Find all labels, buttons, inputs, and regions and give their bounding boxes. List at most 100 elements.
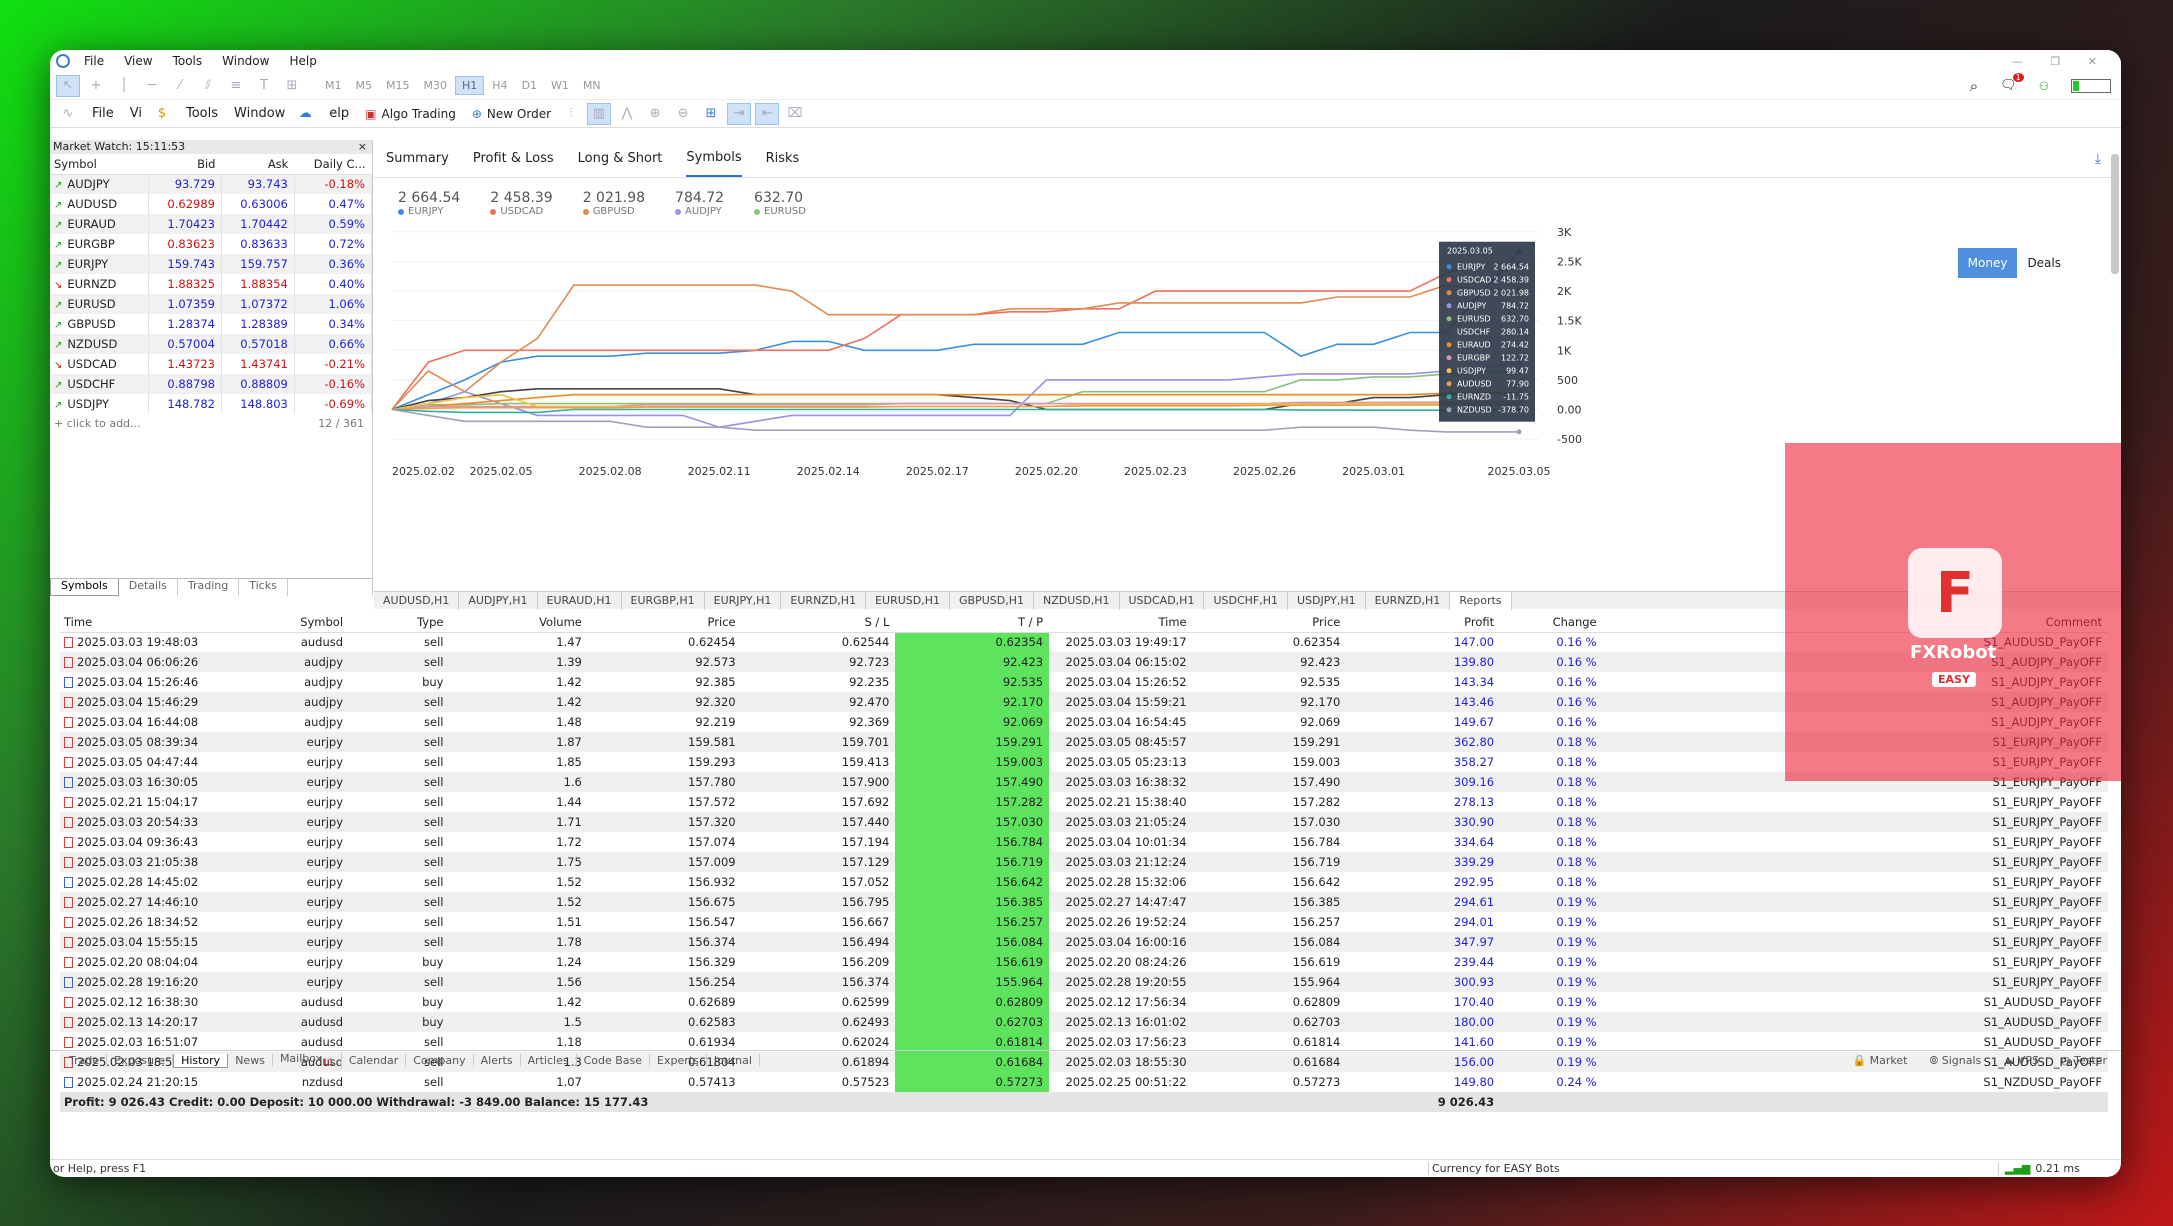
toolbox-tab-news[interactable]: News xyxy=(228,1054,273,1067)
close-icon[interactable]: × xyxy=(358,140,367,154)
menu-view[interactable]: View xyxy=(114,54,162,68)
history-row[interactable]: 2025.02.28 19:16:20 eurjpy sell 1.56 156.254… xyxy=(60,972,2108,992)
series-line-eurnzd[interactable] xyxy=(391,408,1519,414)
history-col-8[interactable]: Price xyxy=(1192,612,1347,633)
market-watch-row[interactable]: ↗ EURJPY 159.743 159.757 0.36% xyxy=(50,254,373,274)
tab-ticks[interactable]: Ticks xyxy=(239,579,288,596)
toolbox-tab-calendar[interactable]: Calendar xyxy=(342,1054,407,1067)
account-icon[interactable]: ⚇ xyxy=(2039,79,2049,93)
menu2-tools[interactable]: Tools xyxy=(178,106,226,121)
series-line-eurjpy[interactable] xyxy=(391,251,1520,411)
toolbox-tab-company[interactable]: Company xyxy=(406,1054,474,1067)
market-watch-row[interactable]: ↗ USDCHF 0.88798 0.88809 -0.16% xyxy=(50,374,373,394)
menu2-window[interactable]: Window xyxy=(226,106,293,121)
market-watch-row[interactable]: ↗ NZDUSD 0.57004 0.57018 0.66% xyxy=(50,334,373,354)
market-watch-row[interactable]: ↗ GBPUSD 1.28374 1.28389 0.34% xyxy=(50,314,373,334)
chart-tab[interactable]: USDCAD,H1 xyxy=(1120,591,1205,610)
zoom-in-icon[interactable]: ⊕ xyxy=(643,103,667,125)
cloud-icon[interactable]: ☁ xyxy=(293,103,317,125)
history-col-6[interactable]: T / P xyxy=(895,612,1050,633)
tf-d1[interactable]: D1 xyxy=(516,77,543,94)
history-col-1[interactable]: Symbol xyxy=(215,612,350,633)
horizontal-line-icon[interactable]: ─ xyxy=(140,75,164,97)
tab-symbols[interactable]: Symbols xyxy=(50,579,119,596)
menu2-file[interactable]: File xyxy=(84,106,122,121)
history-row[interactable]: 2025.02.13 14:20:17 audusd buy 1.5 0.62583 0.… xyxy=(60,1012,2108,1032)
vertical-line-icon[interactable]: │ xyxy=(112,75,136,97)
history-row[interactable]: 2025.02.28 14:45:02 eurjpy sell 1.52 156.932… xyxy=(60,872,2108,892)
toolbox-tab-exposure[interactable]: Exposure xyxy=(107,1054,174,1067)
history-row[interactable]: 2025.02.26 18:34:52 eurjpy sell 1.51 156.547… xyxy=(60,912,2108,932)
history-row[interactable]: 2025.02.21 15:04:17 eurjpy sell 1.44 157.572… xyxy=(60,792,2108,812)
candle-chart-icon[interactable]: ▥ xyxy=(587,102,612,125)
history-row[interactable]: 2025.03.04 09:36:43 eurjpy sell 1.72 157.074… xyxy=(60,832,2108,852)
grid-icon[interactable]: ⊞ xyxy=(699,103,723,125)
col-daily-change[interactable]: Daily C... xyxy=(294,154,372,175)
market-watch-row[interactable]: ↗ USDJPY 148.782 148.803 -0.69% xyxy=(50,394,373,414)
window-controls[interactable]: — ❐ ✕ xyxy=(2012,55,2109,68)
chart-tab[interactable]: AUDJPY,H1 xyxy=(459,591,538,610)
search-icon[interactable]: ⌕ xyxy=(1970,77,1978,95)
coin-icon[interactable]: $ xyxy=(150,103,174,125)
col-bid[interactable]: Bid xyxy=(148,154,222,175)
series-line-usdcad[interactable] xyxy=(391,263,1519,410)
chart-tab[interactable]: USDJPY,H1 xyxy=(1288,591,1366,610)
toolbox-tab-journal[interactable]: Journal xyxy=(707,1054,760,1067)
history-row[interactable]: 2025.03.04 15:55:15 eurjpy sell 1.78 156.374… xyxy=(60,932,2108,952)
status-profile[interactable]: Currency for EASY Bots xyxy=(1428,1162,1560,1175)
toolbox-tester-button[interactable]: ◷ Tester xyxy=(2054,1054,2114,1068)
tf-w1[interactable]: W1 xyxy=(545,77,575,94)
market-watch-row[interactable]: ↗ EURUSD 1.07359 1.07372 1.06% xyxy=(50,294,373,314)
market-watch-row[interactable]: ↘ USDCAD 1.43723 1.43741 -0.21% xyxy=(50,354,373,374)
menu2-help[interactable]: elp xyxy=(321,106,357,121)
menu-window[interactable]: Window xyxy=(212,54,279,68)
toolbox-tab-trade[interactable]: Trade xyxy=(62,1054,108,1067)
vertical-scrollbar[interactable] xyxy=(2111,154,2119,274)
chart-tab[interactable]: EURJPY,H1 xyxy=(705,591,782,610)
toolbox-tab-history[interactable]: History xyxy=(173,1053,229,1068)
cursor-icon[interactable]: ↖ xyxy=(56,74,80,97)
toolbox-tab-mailbox[interactable]: Mailbox11 xyxy=(273,1052,342,1069)
trendline-icon[interactable]: ⁄ xyxy=(168,75,192,97)
text-icon[interactable]: T xyxy=(252,75,276,97)
history-col-5[interactable]: S / L xyxy=(741,612,896,633)
market-watch-row[interactable]: ↗ EURGBP 0.83623 0.83633 0.72% xyxy=(50,234,373,254)
zoom-out-icon[interactable]: ⊖ xyxy=(671,103,695,125)
chart-tab[interactable]: EURNZD,H1 xyxy=(781,591,867,610)
chart-tab[interactable]: EURAUD,H1 xyxy=(538,591,622,610)
tab-reports[interactable]: Reports xyxy=(1450,591,1512,610)
series-line-nzdusd[interactable] xyxy=(391,408,1519,433)
add-symbol-link[interactable]: + click to add... xyxy=(54,417,141,430)
tf-h1[interactable]: H1 xyxy=(455,76,485,95)
history-col-4[interactable]: Price xyxy=(587,612,742,633)
market-watch-row[interactable]: ↘ EURNZD 1.88325 1.88354 0.40% xyxy=(50,274,373,294)
chart-tab[interactable]: EURNZD,H1 xyxy=(1366,591,1451,610)
fibo-icon[interactable]: ≡ xyxy=(224,75,248,97)
chart-tab[interactable]: GBPUSD,H1 xyxy=(950,591,1034,610)
market-watch-row[interactable]: ↗ AUDJPY 93.729 93.743 -0.18% xyxy=(50,174,373,194)
history-row[interactable]: 2025.02.24 21:20:15 nzdusd sell 1.07 0.57413… xyxy=(60,1072,2108,1092)
history-col-3[interactable]: Volume xyxy=(449,612,588,633)
market-watch-row[interactable]: ↗ AUDUSD 0.62989 0.63006 0.47% xyxy=(50,194,373,214)
chart-shift-icon[interactable]: ⇤ xyxy=(755,102,780,125)
history-row[interactable]: 2025.03.03 20:54:33 eurjpy sell 1.71 157.320… xyxy=(60,812,2108,832)
tf-m5[interactable]: M5 xyxy=(350,77,379,94)
chart-tab[interactable]: EURUSD,H1 xyxy=(866,591,950,610)
tf-m15[interactable]: M15 xyxy=(380,77,416,94)
col-ask[interactable]: Ask xyxy=(221,154,295,175)
crosshair-icon[interactable]: + xyxy=(84,75,108,97)
toolbox-market-button[interactable]: 🔒 Market xyxy=(1845,1054,1914,1068)
tf-mn[interactable]: MN xyxy=(577,77,607,94)
col-symbol[interactable]: Symbol xyxy=(50,154,149,175)
toolbox-vps-button[interactable]: ☁ VPS xyxy=(1996,1054,2046,1068)
new-order-button[interactable]: ⊕ New Order xyxy=(464,107,559,121)
tab-trading[interactable]: Trading xyxy=(178,579,240,596)
menu-help[interactable]: Help xyxy=(279,54,326,68)
toolbox-tab-alerts[interactable]: Alerts xyxy=(474,1054,521,1067)
history-col-9[interactable]: Profit xyxy=(1346,612,1501,633)
history-col-7[interactable]: Time xyxy=(1049,612,1193,633)
history-row[interactable]: 2025.02.20 08:04:04 eurjpy buy 1.24 156.329 1… xyxy=(60,952,2108,972)
channel-icon[interactable]: ⫽ xyxy=(196,75,220,97)
menu-file[interactable]: File xyxy=(74,54,114,68)
toolbox-tab-experts[interactable]: Experts xyxy=(650,1054,707,1067)
